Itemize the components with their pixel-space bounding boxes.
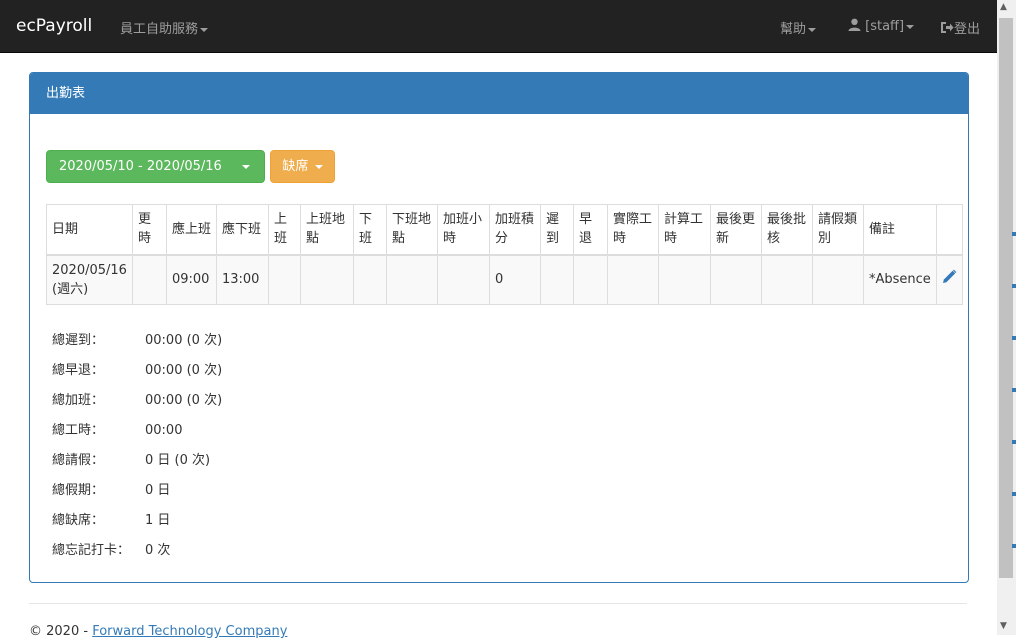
cell-weekday: (週六) [52,281,89,297]
edge-marker [1012,440,1016,444]
col-header: 實際工時 [606,204,659,256]
summary-label: 總遲到： [52,333,105,348]
edit-pencil-icon[interactable] [942,269,957,290]
edge-marker [1012,284,1016,288]
chevron-down-icon [200,27,209,32]
col-header: 計算工時 [657,204,711,256]
cell-early [572,254,608,305]
logout-label: 登出 [954,22,981,37]
top-navbar: ecPayroll 員工自助服務 幫助 [staff] 登出 [0,0,997,53]
panel-title: 出勤表 [30,73,968,114]
summary-value: 0 日 (0 次) [145,453,211,468]
logout-icon [941,22,954,33]
col-header: 最後批核 [760,204,813,256]
footer-divider [29,603,967,604]
scroll-up-arrow-icon[interactable]: ▲ [1000,2,1007,12]
edge-marker [1012,336,1016,340]
col-header: 加班積分 [488,204,541,256]
footer-copyright: © 2020 - [29,624,89,639]
logout-link[interactable]: 登出 [940,18,980,37]
table-header-row: 日期 更時 應上班 應下班 上班 上班地點 下班 下班地點 加班小時 加班積分 … [46,204,963,256]
edge-marker [1012,544,1016,548]
chevron-down-icon [906,24,915,29]
table-row: 2020/05/16 (週六) 09:00 13:00 0 *Absence [46,254,963,305]
cell-remark: *Absence [862,254,937,305]
cell-calc-hours [657,254,711,305]
attendance-table: 日期 更時 應上班 應下班 上班 上班地點 下班 下班地點 加班小時 加班積分 … [46,204,963,305]
summary-value: 0 日 [145,483,171,498]
col-header: 日期 [46,204,133,256]
menu-self-service[interactable]: 員工自助服務 [120,18,209,37]
cell-clock-out [352,254,387,305]
cell-late [539,254,574,305]
cell-actual-hours [606,254,659,305]
edge-marker [1012,232,1016,236]
summary-value: 00:00 (0 次) [145,363,223,378]
summary-label: 總工時： [52,423,105,438]
col-header: 更時 [131,204,167,256]
cell-sched-out: 13:00 [215,254,269,305]
cell-shift [131,254,167,305]
col-header: 最後更新 [709,204,762,256]
col-header: 應上班 [165,204,217,256]
cell-in-location [299,254,354,305]
footer-company-link[interactable]: Forward Technology Company [92,624,287,639]
summary-label: 總請假： [52,453,105,468]
col-header: 備註 [862,204,937,256]
menu-help-label: 幫助 [780,22,807,37]
summary-value: 00:00 (0 次) [145,333,223,348]
col-header: 應下班 [215,204,269,256]
cell-ot-hours [436,254,490,305]
menu-user[interactable]: [staff] [848,18,915,34]
summary-value: 1 日 [145,513,171,528]
edge-marker [1012,492,1016,496]
summary-label: 總缺席： [52,513,105,528]
summary-value: 00:00 [145,423,183,438]
cell-last-update [709,254,762,305]
col-header: 遲到 [539,204,574,256]
summary-value: 0 次 [145,543,171,558]
summary-label: 總早退： [52,363,105,378]
col-header: 下班地點 [385,204,438,256]
cell-actions [935,254,963,305]
chevron-down-icon [314,164,323,169]
summary-label: 總加班： [52,393,105,408]
menu-self-service-label: 員工自助服務 [120,22,199,37]
col-header: 下班 [352,204,387,256]
cell-out-location [385,254,438,305]
cell-ot-points: 0 [488,254,541,305]
attendance-panel: 出勤表 2020/05/10 - 2020/05/16 缺席 日期 更時 應上班… [29,72,969,583]
brand-logo[interactable]: ecPayroll [16,16,92,36]
col-header: 早退 [572,204,608,256]
edge-marker [1012,388,1016,392]
col-header: 上班 [267,204,301,256]
cell-date: 2020/05/16 (週六) [46,254,133,305]
footer: © 2020 - Forward Technology Company [29,624,287,639]
menu-help[interactable]: 幫助 [780,18,817,37]
col-header-actions [935,204,963,256]
scroll-down-arrow-icon[interactable]: ▼ [1000,621,1007,631]
scrollbar-thumb[interactable] [999,18,1013,578]
cell-leave-type [811,254,864,305]
date-range-dropdown[interactable]: 2020/05/10 - 2020/05/16 [46,150,265,183]
summary-label: 總忘記打卡： [52,543,131,558]
col-header: 請假類別 [811,204,864,256]
cell-clock-in [267,254,301,305]
summary-label: 總假期： [52,483,105,498]
cell-sched-in: 09:00 [165,254,217,305]
user-icon [848,18,861,31]
absence-filter-dropdown[interactable]: 缺席 [270,150,335,183]
date-range-label: 2020/05/10 - 2020/05/16 [59,159,222,174]
menu-user-label: [staff] [865,19,905,34]
col-header: 加班小時 [436,204,490,256]
cell-last-approve [760,254,813,305]
col-header: 上班地點 [299,204,354,256]
summary-value: 00:00 (0 次) [145,393,223,408]
chevron-down-icon [242,165,250,169]
chevron-down-icon [808,27,817,32]
absence-filter-label: 缺席 [282,159,309,174]
cell-date-value: 2020/05/16 [52,262,127,278]
